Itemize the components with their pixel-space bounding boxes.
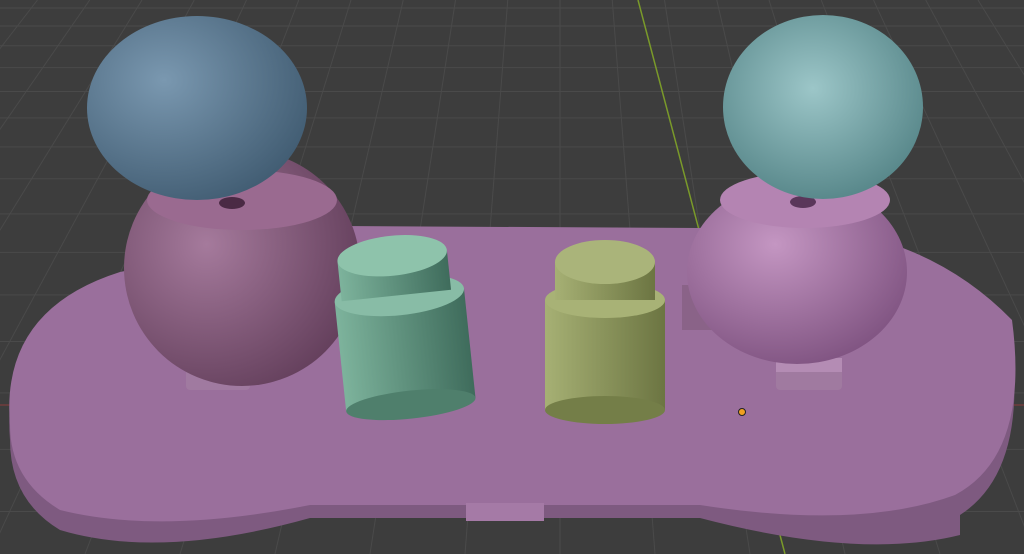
3d-viewport[interactable] xyxy=(0,0,1024,554)
right-socket[interactable] xyxy=(687,172,907,364)
left-ball[interactable] xyxy=(87,16,307,200)
viewport-canvas[interactable] xyxy=(0,0,1024,554)
right-ball[interactable] xyxy=(723,15,923,199)
origin-point-icon[interactable] xyxy=(738,408,746,416)
yellow-button[interactable] xyxy=(545,240,665,424)
